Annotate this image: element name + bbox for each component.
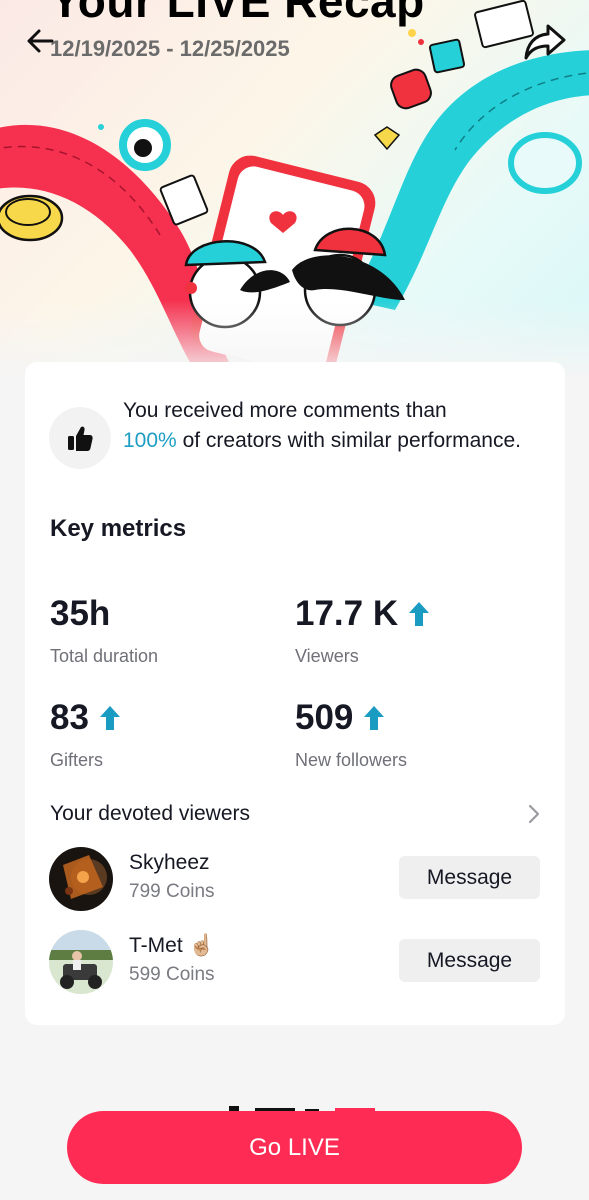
insight-highlight: 100% bbox=[123, 428, 177, 452]
avatar[interactable] bbox=[49, 847, 113, 911]
date-range: 12/19/2025 - 12/25/2025 bbox=[50, 36, 290, 61]
insight-text-before: You received more comments than bbox=[123, 399, 447, 422]
insight-text-after: of creators with similar performance. bbox=[182, 428, 522, 452]
recap-hero: Your LIVE Recap 12/19/2025 - 12/25/2025 bbox=[0, 0, 589, 380]
metric-value: 509 bbox=[295, 698, 354, 737]
message-button[interactable]: Message bbox=[399, 939, 540, 982]
metric-label: Total duration bbox=[50, 646, 159, 666]
metric-label: Gifters bbox=[50, 750, 104, 770]
up-arrow-icon bbox=[409, 602, 430, 626]
devoted-viewer-row[interactable]: Skyheez 799 Coins Message bbox=[49, 847, 541, 913]
go-live-button[interactable]: Go LIVE bbox=[67, 1111, 522, 1184]
metric-total-duration: 35h Total duration bbox=[50, 594, 158, 667]
metric-viewers: 17.7 K Viewers bbox=[295, 594, 430, 667]
metric-gifters: 83 Gifters bbox=[50, 698, 121, 771]
devoted-viewers-title[interactable]: Your devoted viewers bbox=[50, 802, 250, 826]
insight-message: You received more comments than 100% of … bbox=[123, 396, 543, 455]
metric-new-followers: 509 New followers bbox=[295, 698, 407, 771]
avatar[interactable] bbox=[49, 930, 113, 994]
arrow-left-icon[interactable] bbox=[22, 22, 62, 62]
metric-value: 35h bbox=[50, 594, 111, 633]
metric-value: 83 bbox=[50, 698, 89, 737]
thumbs-up-icon bbox=[49, 407, 111, 469]
message-button[interactable]: Message bbox=[399, 856, 540, 899]
viewer-coins: 599 Coins bbox=[129, 964, 215, 985]
metric-value: 17.7 K bbox=[295, 594, 399, 633]
page-title: Your LIVE Recap bbox=[50, 0, 425, 27]
up-arrow-icon bbox=[99, 706, 120, 730]
up-arrow-icon bbox=[364, 706, 385, 730]
key-metrics-title: Key metrics bbox=[50, 515, 187, 542]
viewer-name: T-Met ☝🏼 bbox=[129, 934, 215, 957]
metric-label: New followers bbox=[295, 750, 408, 770]
devoted-viewer-row[interactable]: T-Met ☝🏼 599 Coins Message bbox=[49, 930, 541, 996]
viewer-coins: 799 Coins bbox=[129, 881, 215, 902]
metric-label: Viewers bbox=[295, 646, 359, 666]
share-arrow-icon[interactable] bbox=[522, 20, 568, 64]
viewer-name: Skyheez bbox=[129, 851, 210, 874]
chevron-right-icon[interactable] bbox=[525, 803, 543, 825]
recap-card: You received more comments than 100% of … bbox=[25, 362, 565, 1025]
